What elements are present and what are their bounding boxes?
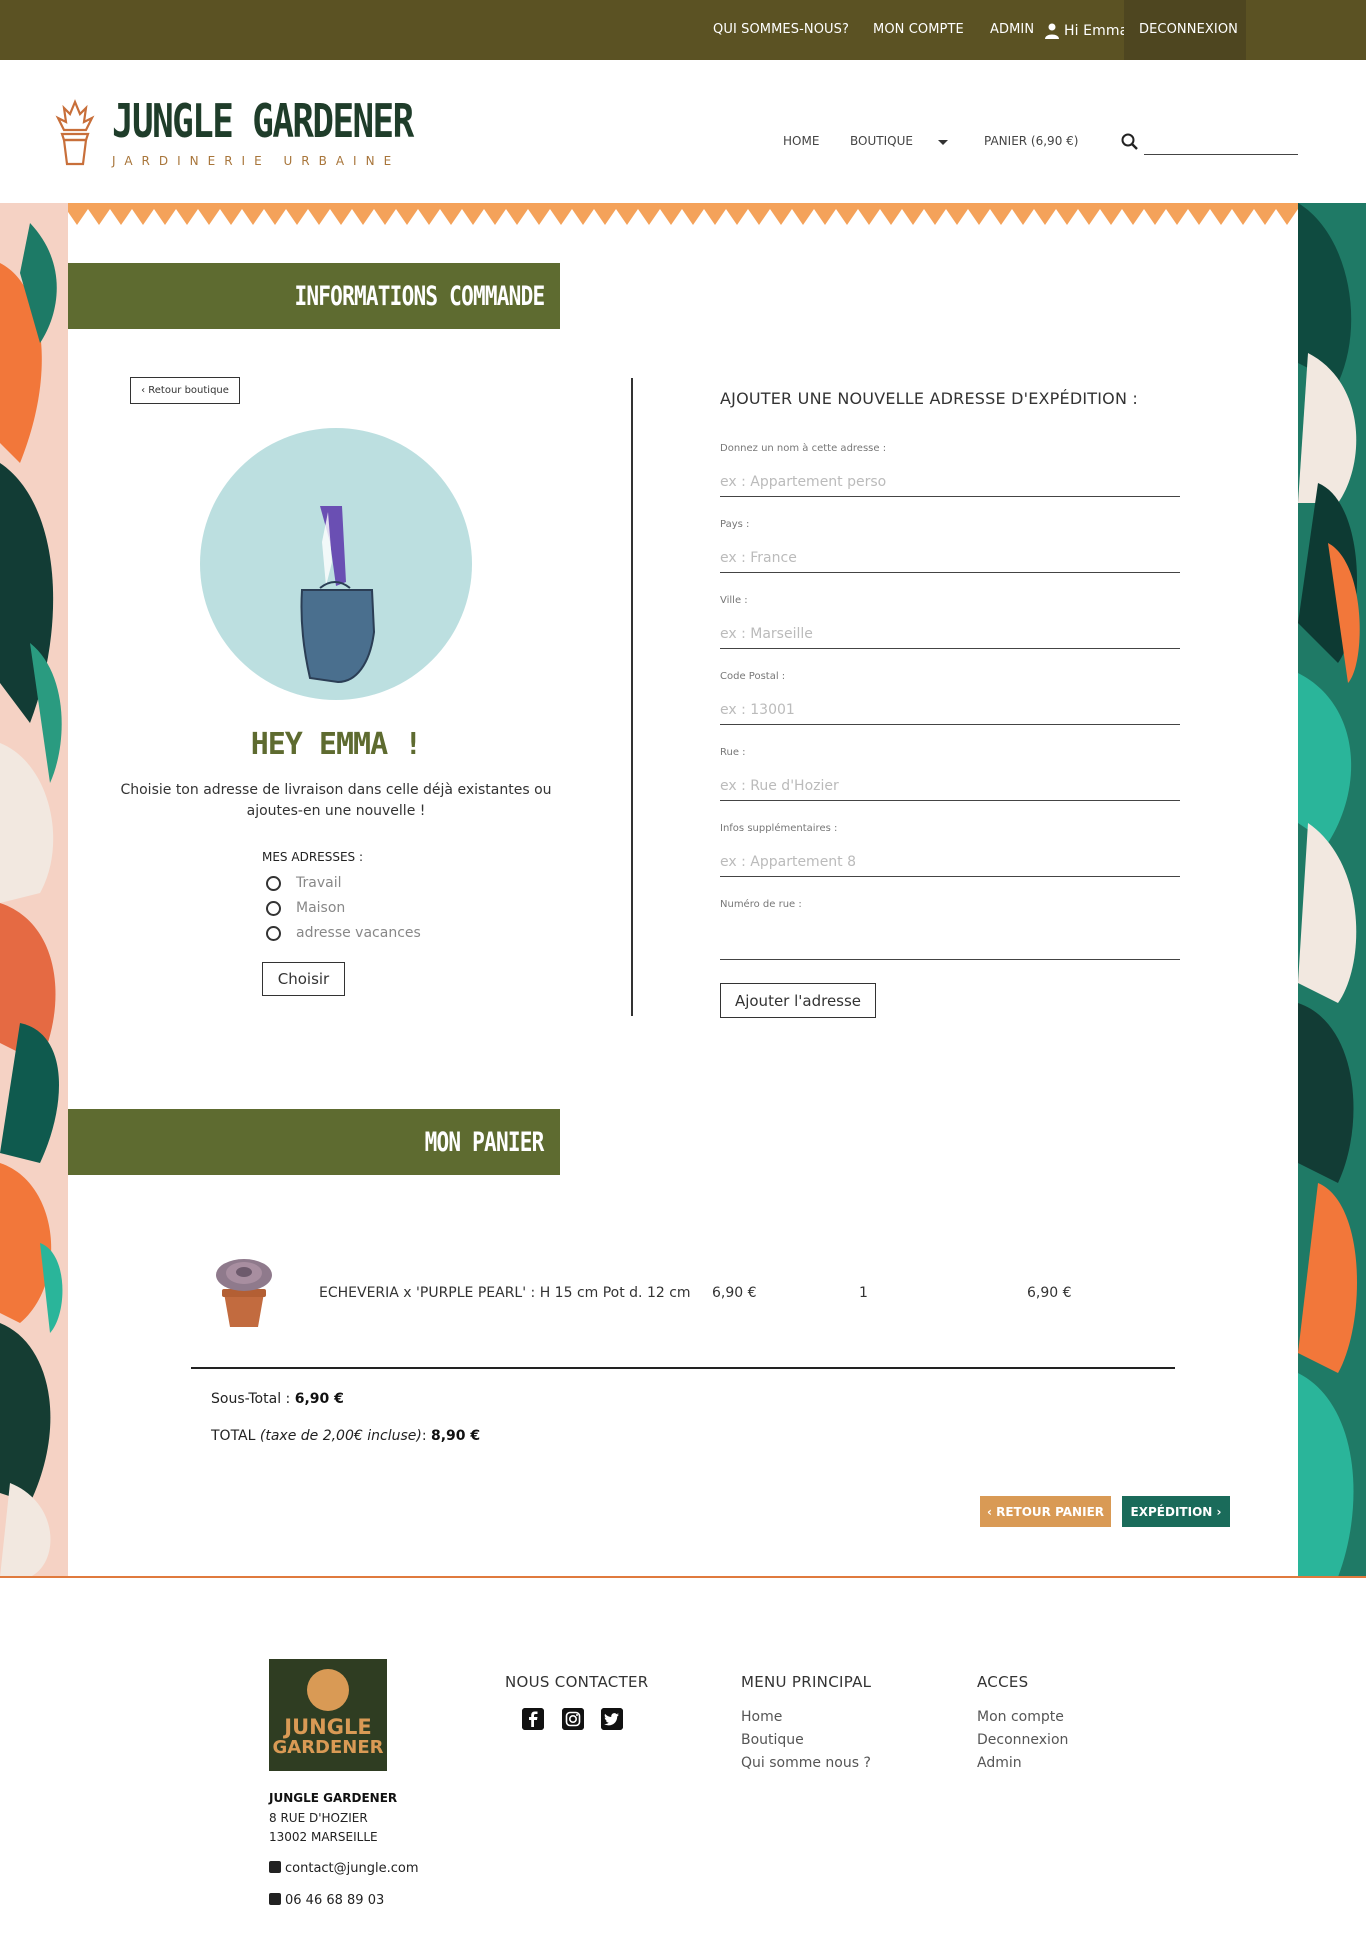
shipping-button[interactable]: EXPÉDITION ›: [1122, 1496, 1230, 1527]
garden-trowel-icon: [300, 506, 376, 684]
back-to-cart-button[interactable]: ‹ RETOUR PANIER: [980, 1496, 1111, 1527]
footer-logo-line2: GARDENER: [272, 1737, 384, 1758]
footer-company: JUNGLE GARDENER: [269, 1791, 398, 1805]
address-label: Maison: [296, 900, 346, 916]
new-address-title: AJOUTER UNE NOUVELLE ADRESSE D'EXPÉDITIO…: [720, 389, 1138, 408]
street-number-field[interactable]: [720, 930, 1180, 960]
search-input[interactable]: [1144, 133, 1298, 155]
subtotal: Sous-Total : 6,90 €: [211, 1391, 344, 1407]
address-label: adresse vacances: [296, 925, 421, 941]
country-field[interactable]: [720, 543, 1180, 573]
total-tax-note: (taxe de 2,00€ incluse): [259, 1428, 422, 1444]
address-label: Travail: [296, 875, 342, 891]
footer-link-admin[interactable]: Admin: [977, 1755, 1022, 1771]
footer-link-about[interactable]: Qui somme nous ?: [741, 1755, 871, 1771]
subtotal-value: 6,90 €: [294, 1391, 344, 1407]
cart-item-quantity: 1: [859, 1285, 868, 1301]
tropical-leaves-right: [1298, 203, 1366, 1577]
footer-link-home[interactable]: Home: [741, 1709, 782, 1725]
city-field[interactable]: [720, 619, 1180, 649]
addresses-title: MES ADRESSES :: [262, 850, 364, 864]
footer-email-text[interactable]: contact@jungle.com: [285, 1861, 419, 1876]
admin-link[interactable]: ADMIN: [990, 22, 1034, 37]
menu-heading: MENU PRINCIPAL: [741, 1673, 872, 1691]
footer-link-shop[interactable]: Boutique: [741, 1732, 804, 1748]
nav-shop[interactable]: BOUTIQUE: [850, 134, 913, 148]
total-colon: :: [421, 1428, 431, 1444]
logout-link[interactable]: DECONNEXION: [1139, 22, 1238, 37]
nav-cart[interactable]: PANIER (6,90 €): [984, 134, 1078, 148]
tropical-leaves-left: [0, 203, 68, 1577]
instagram-icon[interactable]: [562, 1708, 584, 1730]
postal-code-label: Code Postal :: [720, 671, 786, 682]
street-label: Rue :: [720, 747, 746, 758]
email-icon: [269, 1861, 281, 1873]
extra-info-field[interactable]: [720, 847, 1180, 877]
cart-item-name[interactable]: ECHEVERIA x 'PURPLE PEARL' : H 15 cm Pot…: [319, 1285, 691, 1301]
zigzag-border: [0, 203, 1366, 225]
footer-address-line2: 13002 MARSEILLE: [269, 1830, 378, 1844]
choose-address-button[interactable]: Choisir: [262, 962, 345, 996]
user-greeting: Hi Emma: [1064, 23, 1129, 39]
city-label: Ville :: [720, 595, 748, 606]
postal-code-field[interactable]: [720, 695, 1180, 725]
address-name-field[interactable]: [720, 467, 1180, 497]
logout-box[interactable]: DECONNEXION: [1124, 0, 1246, 60]
search-icon[interactable]: [1120, 132, 1140, 152]
footer-logo-line1: JUNGLE: [284, 1715, 372, 1739]
footer-email[interactable]: contact@jungle.com: [269, 1861, 419, 1876]
sun-icon: [307, 1669, 349, 1711]
nav-home[interactable]: HOME: [783, 134, 819, 148]
footer-address-line1: 8 RUE D'HOZIER: [269, 1811, 368, 1825]
radio-button[interactable]: [266, 926, 281, 941]
footer-logo[interactable]: JUNGLE GARDENER: [269, 1659, 387, 1771]
cart-banner: MON PANIER: [68, 1109, 560, 1175]
brand-tagline: JARDINERIE URBAINE: [112, 154, 401, 168]
product-image: [216, 1259, 272, 1327]
user-icon: [1045, 23, 1059, 39]
radio-button[interactable]: [266, 901, 281, 916]
account-link[interactable]: MON COMPTE: [873, 22, 964, 37]
extra-info-label: Infos supplémentaires :: [720, 823, 838, 834]
country-label: Pays :: [720, 519, 750, 530]
brand-name[interactable]: JUNGLE GARDENER: [112, 98, 414, 144]
cart-item-unit-price: 6,90 €: [712, 1285, 757, 1301]
address-name-label: Donnez un nom à cette adresse :: [720, 443, 887, 454]
access-heading: ACCES: [977, 1673, 1029, 1691]
twitter-icon[interactable]: [601, 1708, 623, 1730]
add-address-button[interactable]: Ajouter l'adresse: [720, 983, 876, 1018]
intro-text: Choisie ton adresse de livraison dans ce…: [120, 782, 552, 819]
total-label: TOTAL: [211, 1428, 260, 1444]
order-info-banner: INFORMATIONS COMMANDE: [68, 263, 560, 329]
order-info-title: INFORMATIONS COMMANDE: [294, 281, 545, 312]
footer-link-logout[interactable]: Deconnexion: [977, 1732, 1068, 1748]
facebook-icon[interactable]: [522, 1708, 544, 1730]
top-bar: QUI SOMMES-NOUS? MON COMPTE ADMIN Hi Emm…: [0, 0, 1366, 60]
cart-item-total: 6,90 €: [1027, 1285, 1072, 1301]
footer-link-account[interactable]: Mon compte: [977, 1709, 1064, 1725]
radio-button[interactable]: [266, 876, 281, 891]
subtotal-label: Sous-Total :: [211, 1391, 295, 1407]
chevron-down-icon[interactable]: [938, 140, 948, 145]
footer-phone-text[interactable]: 06 46 68 89 03: [285, 1893, 384, 1908]
phone-icon: [269, 1893, 281, 1905]
back-to-shop-button[interactable]: ‹ Retour boutique: [130, 377, 240, 404]
total-value: 8,90 €: [431, 1428, 481, 1444]
cart-divider: [191, 1367, 1175, 1369]
footer-phone[interactable]: 06 46 68 89 03: [269, 1893, 384, 1908]
street-field[interactable]: [720, 771, 1180, 801]
greeting-heading: HEY EMMA !: [250, 727, 423, 762]
plant-pot-logo-icon[interactable]: [52, 96, 98, 166]
about-link[interactable]: QUI SOMMES-NOUS?: [713, 22, 849, 37]
footer-divider: [0, 1576, 1366, 1578]
cart-title: MON PANIER: [425, 1127, 545, 1158]
vertical-divider: [631, 378, 633, 1016]
contact-heading: NOUS CONTACTER: [505, 1673, 649, 1691]
street-number-label: Numéro de rue :: [720, 899, 802, 910]
total: TOTAL (taxe de 2,00€ incluse): 8,90 €: [211, 1428, 480, 1444]
